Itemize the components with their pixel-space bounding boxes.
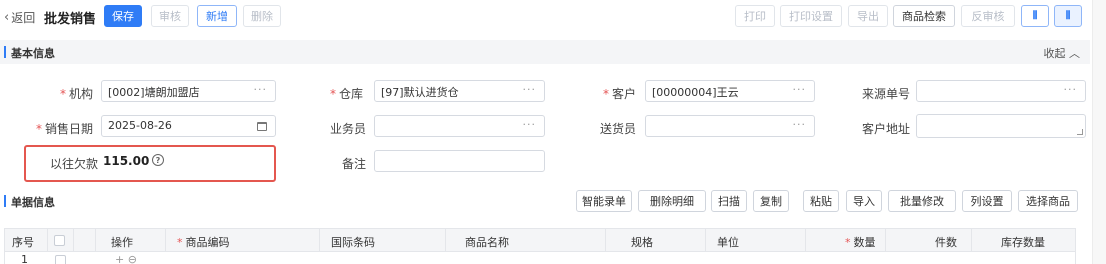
select-product-button[interactable]: 选择商品 <box>1018 190 1078 212</box>
col-divider <box>165 229 166 251</box>
col-divider <box>319 229 320 251</box>
chevron-up-icon: ︿ <box>1069 47 1080 60</box>
row-checkbox[interactable] <box>55 255 66 264</box>
page-title: 批发销售 <box>44 12 97 27</box>
warehouse-label: * 仓库 <box>330 87 364 101</box>
basic-info-title: 基本信息 <box>11 47 55 60</box>
export-button[interactable]: 导出 <box>848 5 888 27</box>
col-unit: 单位 <box>717 236 739 249</box>
select-all-checkbox[interactable] <box>54 235 65 246</box>
salesperson-field[interactable]: ··· <box>374 115 545 137</box>
col-product-name: 商品名称 <box>465 236 509 249</box>
source-no-label: 来源单号 <box>862 87 911 101</box>
col-divider <box>605 229 606 251</box>
past-debt-value: 115.00 <box>103 154 150 168</box>
more-icon[interactable]: ··· <box>1064 83 1078 96</box>
detail-info-title: 单据信息 <box>11 196 55 209</box>
paste-button[interactable]: 粘贴 <box>803 190 839 212</box>
copy-button[interactable]: 复制 <box>753 190 789 212</box>
col-divider <box>885 229 886 251</box>
more-icon[interactable]: ··· <box>523 83 537 96</box>
more-icon[interactable]: ··· <box>793 83 807 96</box>
remark-field[interactable] <box>374 150 545 172</box>
col-quantity: * 数量 <box>845 236 876 249</box>
print-settings-button[interactable]: 打印设置 <box>780 5 842 27</box>
col-divider <box>95 229 96 251</box>
scan-button[interactable]: 扫描 <box>711 190 747 212</box>
grid-view-icon[interactable]: ⦀ <box>1054 5 1082 27</box>
top-toolbar: ‹ 返回 批发销售 保存 审核 新增 删除 打印 打印设置 导出 商品检索 反审… <box>0 0 1106 34</box>
collapse-toggle[interactable]: 收起 ︿ <box>1044 45 1081 61</box>
org-field[interactable]: [0002]塘朗加盟店 ··· <box>101 80 276 102</box>
col-divider <box>445 229 446 251</box>
col-ops: 操作 <box>111 236 133 249</box>
back-label: 返回 <box>11 11 36 25</box>
smart-entry-button[interactable]: 智能录单 <box>576 190 632 212</box>
col-barcode: 国际条码 <box>331 236 375 249</box>
help-icon[interactable]: ? <box>152 154 164 166</box>
more-icon[interactable]: ··· <box>254 83 268 96</box>
table-header: 序号 操作 * 商品编码 国际条码 商品名称 规格 单位 * 数量 件数 库存数量 <box>4 228 1076 252</box>
list-view-icon[interactable]: ⦀ <box>1021 5 1049 27</box>
back-link[interactable]: ‹ 返回 <box>4 9 35 26</box>
col-index: 序号 <box>12 236 34 249</box>
deliverer-field[interactable]: ··· <box>645 115 815 137</box>
more-icon[interactable]: ··· <box>523 118 537 131</box>
import-button[interactable]: 导入 <box>846 190 882 212</box>
audit-button[interactable]: 审核 <box>151 5 189 27</box>
col-divider <box>805 229 806 251</box>
print-button[interactable]: 打印 <box>735 5 775 27</box>
salesperson-label: 业务员 <box>330 122 367 136</box>
basic-info-header: 基本信息 收起 ︿ <box>0 40 1090 64</box>
delete-button[interactable]: 删除 <box>243 5 281 27</box>
past-debt-label: 以往欠款 <box>50 157 99 171</box>
more-icon[interactable]: ··· <box>793 118 807 131</box>
sale-date-field[interactable]: 2025-08-26 <box>101 115 276 137</box>
scrollbar[interactable] <box>1092 0 1106 264</box>
source-no-field[interactable]: ··· <box>916 80 1086 102</box>
section-accent <box>4 46 6 58</box>
customer-field[interactable]: [00000004]王云 ··· <box>645 80 815 102</box>
sale-date-label: * 销售日期 <box>36 122 94 136</box>
col-spec: 规格 <box>631 236 653 249</box>
warehouse-field[interactable]: [97]默认进货仓 ··· <box>374 80 545 102</box>
col-divider <box>971 229 972 251</box>
address-textarea[interactable] <box>916 114 1086 138</box>
customer-label: * 客户 <box>603 87 637 101</box>
add-button[interactable]: 新增 <box>197 5 237 27</box>
row-index: 1 <box>21 253 28 264</box>
batch-edit-button[interactable]: 批量修改 <box>888 190 956 212</box>
table-row[interactable]: 1 + ⊖ <box>4 252 1076 264</box>
delete-detail-button[interactable]: 删除明细 <box>638 190 706 212</box>
resize-handle-icon[interactable] <box>1077 129 1083 135</box>
unaudit-button[interactable]: 反审核 <box>961 5 1015 27</box>
calendar-icon[interactable] <box>257 122 267 131</box>
col-divider <box>47 229 48 251</box>
product-search-button[interactable]: 商品检索 <box>893 5 955 27</box>
col-divider <box>73 229 74 251</box>
remark-label: 备注 <box>342 157 367 171</box>
org-label: * 机构 <box>60 87 94 101</box>
chevron-left-icon: ‹ <box>4 10 10 25</box>
col-product-code: * 商品编码 <box>177 236 230 249</box>
col-divider <box>705 229 706 251</box>
col-stock: 库存数量 <box>1001 236 1045 249</box>
row-ops[interactable]: + ⊖ <box>115 253 137 264</box>
section-accent <box>4 195 6 207</box>
col-pieces: 件数 <box>935 236 957 249</box>
deliverer-label: 送货员 <box>600 122 637 136</box>
save-button[interactable]: 保存 <box>104 5 142 27</box>
address-label: 客户地址 <box>862 122 911 136</box>
column-settings-button[interactable]: 列设置 <box>962 190 1012 212</box>
